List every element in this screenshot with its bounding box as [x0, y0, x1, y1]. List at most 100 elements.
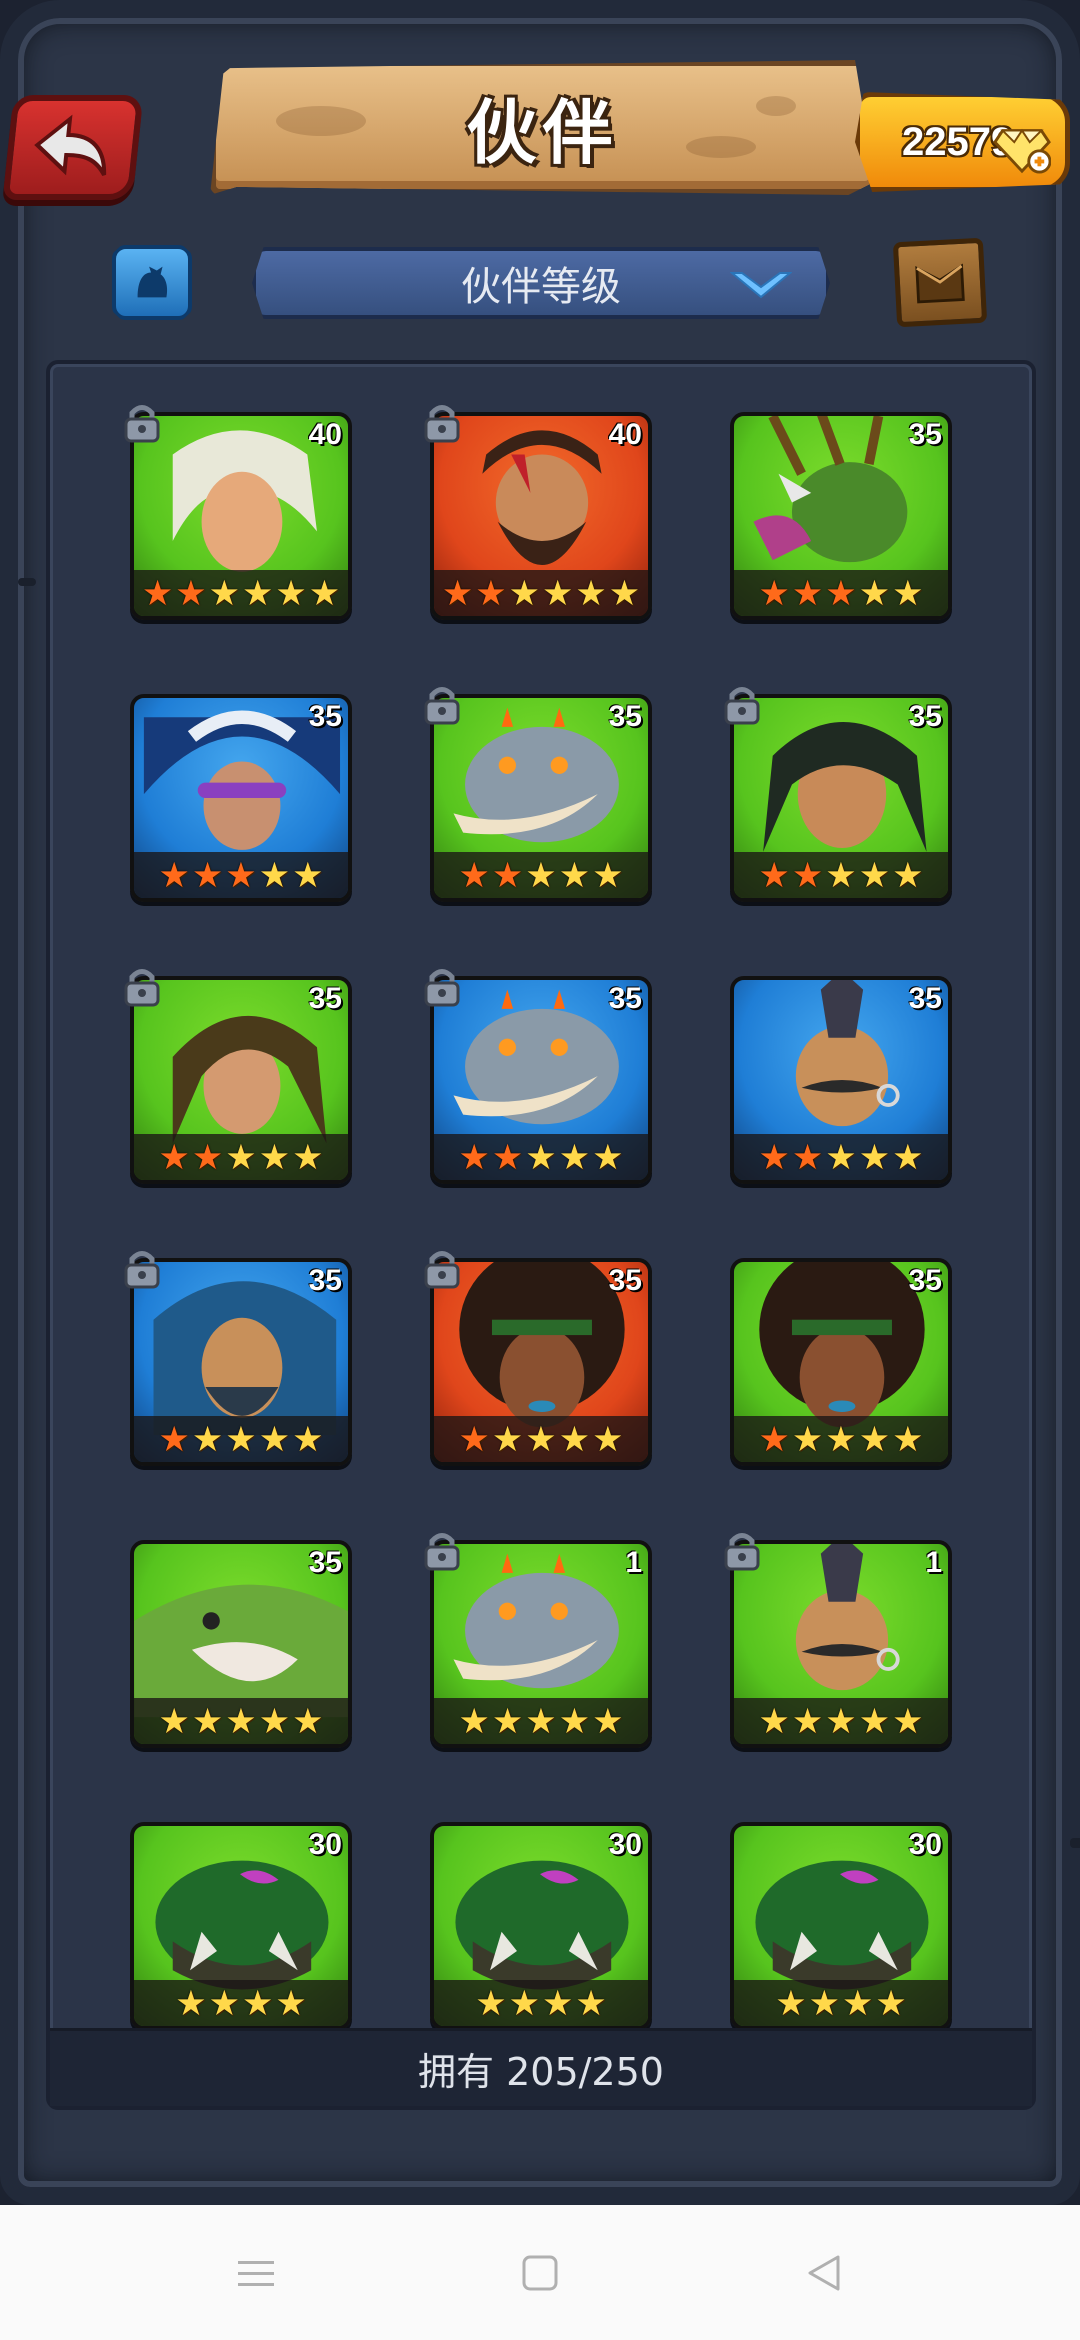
star-icon: ★	[825, 1137, 857, 1177]
sort-dropdown[interactable]: 伙伴等级	[252, 247, 830, 319]
sort-label: 伙伴等级	[461, 264, 621, 310]
star-icon: ★	[592, 855, 624, 895]
star-icon: ★	[558, 1419, 591, 1459]
star-icon: ★	[558, 1701, 591, 1741]
star-rating: ★ ★ ★ ★ ★	[434, 852, 648, 898]
star-icon: ★	[775, 1983, 807, 2023]
owned-count: 拥有 205/250	[418, 2050, 664, 2094]
lock-icon	[424, 1533, 460, 1571]
hero-card[interactable]: 30 ★ ★ ★ ★	[430, 1822, 652, 2030]
hero-level: 35	[608, 700, 642, 733]
star-icon: ★	[225, 1137, 257, 1177]
star-icon: ★	[292, 1137, 324, 1177]
back-button[interactable]	[2, 95, 144, 200]
hero-card[interactable]: 35 ★ ★ ★ ★ ★	[130, 1540, 352, 1748]
star-icon: ★	[858, 1701, 891, 1741]
star-rating: ★ ★ ★ ★ ★	[434, 1134, 648, 1180]
owned-bar: 拥有 205/250	[50, 2028, 1032, 2106]
star-icon: ★	[275, 573, 307, 613]
star-icon: ★	[575, 1983, 607, 2023]
star-icon: ★	[791, 855, 824, 895]
gem-currency[interactable]: 22579	[855, 92, 1070, 192]
lock-icon	[724, 687, 760, 725]
hero-card[interactable]: 30 ★ ★ ★ ★	[730, 1822, 952, 2030]
star-icon: ★	[225, 1419, 257, 1459]
star-rating: ★ ★ ★ ★ ★	[734, 852, 948, 898]
back-arrow-icon	[34, 114, 107, 176]
star-icon: ★	[525, 1137, 557, 1177]
star-icon: ★	[508, 573, 540, 613]
star-icon: ★	[542, 1983, 574, 2023]
star-icon: ★	[791, 1419, 824, 1459]
hero-level: 30	[908, 1828, 942, 1861]
star-icon: ★	[191, 855, 224, 895]
hero-level: 40	[608, 418, 642, 451]
star-icon: ★	[491, 1701, 524, 1741]
star-icon: ★	[242, 573, 274, 613]
star-icon: ★	[491, 1137, 524, 1177]
star-icon: ★	[525, 1419, 557, 1459]
star-icon: ★	[308, 573, 341, 613]
map-button[interactable]	[892, 237, 988, 328]
star-icon: ★	[758, 1137, 790, 1177]
hero-level: 30	[608, 1828, 642, 1861]
star-icon: ★	[225, 1701, 257, 1741]
star-rating: ★ ★ ★ ★ ★	[134, 1698, 348, 1744]
star-icon: ★	[491, 855, 524, 895]
star-icon: ★	[158, 1137, 190, 1177]
hero-level: 35	[908, 1264, 942, 1297]
star-icon: ★	[791, 1137, 824, 1177]
star-icon: ★	[458, 1701, 490, 1741]
star-icon: ★	[542, 573, 574, 613]
hero-level: 35	[308, 1264, 342, 1297]
hero-card[interactable]: 35 ★ ★ ★ ★ ★	[730, 976, 952, 1184]
star-icon: ★	[825, 855, 857, 895]
hero-level: 35	[908, 982, 942, 1015]
star-icon: ★	[158, 1701, 190, 1741]
star-icon: ★	[892, 1137, 924, 1177]
star-icon: ★	[608, 573, 641, 613]
star-icon: ★	[858, 855, 891, 895]
star-icon: ★	[858, 1419, 891, 1459]
star-icon: ★	[858, 573, 891, 613]
star-icon: ★	[525, 855, 557, 895]
star-icon: ★	[875, 1983, 907, 2023]
star-icon: ★	[758, 1701, 790, 1741]
hero-card[interactable]: 35 ★ ★ ★ ★ ★	[730, 1258, 952, 1466]
back-triangle-icon[interactable]	[802, 2251, 846, 2295]
star-icon: ★	[592, 1137, 624, 1177]
system-nav-bar	[0, 2205, 1080, 2340]
roster-panel: 40 ★ ★ ★ ★ ★ ★ 40 ★ ★ ★ ★ ★ ★ 35 ★ ★ ★ ★ ★ 35 ★ ★ ★ ★ ★ 35 ★ ★ ★ ★ ★ 35 ★…	[46, 360, 1036, 2110]
star-icon: ★	[525, 1701, 557, 1741]
hero-level: 35	[908, 418, 942, 451]
star-rating: ★ ★ ★ ★ ★	[134, 1416, 348, 1462]
star-icon: ★	[858, 1137, 891, 1177]
title-banner: 伙伴	[210, 60, 875, 195]
star-icon: ★	[175, 573, 207, 613]
star-icon: ★	[791, 1701, 824, 1741]
star-icon: ★	[191, 1137, 224, 1177]
star-icon: ★	[558, 855, 591, 895]
star-icon: ★	[892, 1419, 924, 1459]
hero-level: 35	[608, 982, 642, 1015]
home-square-icon[interactable]	[518, 2251, 562, 2295]
star-rating: ★ ★ ★ ★ ★ ★	[134, 570, 348, 616]
star-rating: ★ ★ ★ ★ ★	[734, 1698, 948, 1744]
hero-card[interactable]: 35 ★ ★ ★ ★ ★	[130, 694, 352, 902]
lock-icon	[424, 687, 460, 725]
star-icon: ★	[208, 1983, 240, 2023]
star-icon: ★	[825, 1419, 857, 1459]
hero-card[interactable]: 35 ★ ★ ★ ★ ★	[730, 412, 952, 620]
star-icon: ★	[175, 1983, 207, 2023]
star-icon: ★	[258, 1701, 291, 1741]
star-icon: ★	[292, 1419, 324, 1459]
hero-level: 35	[908, 700, 942, 733]
menu-icon[interactable]	[234, 2251, 278, 2295]
star-icon: ★	[191, 1419, 224, 1459]
star-icon: ★	[758, 1419, 790, 1459]
filter-button[interactable]	[112, 245, 192, 320]
hero-card[interactable]: 30 ★ ★ ★ ★	[130, 1822, 352, 2030]
star-icon: ★	[141, 573, 174, 613]
star-icon: ★	[475, 1983, 507, 2023]
star-rating: ★ ★ ★ ★ ★	[734, 1134, 948, 1180]
